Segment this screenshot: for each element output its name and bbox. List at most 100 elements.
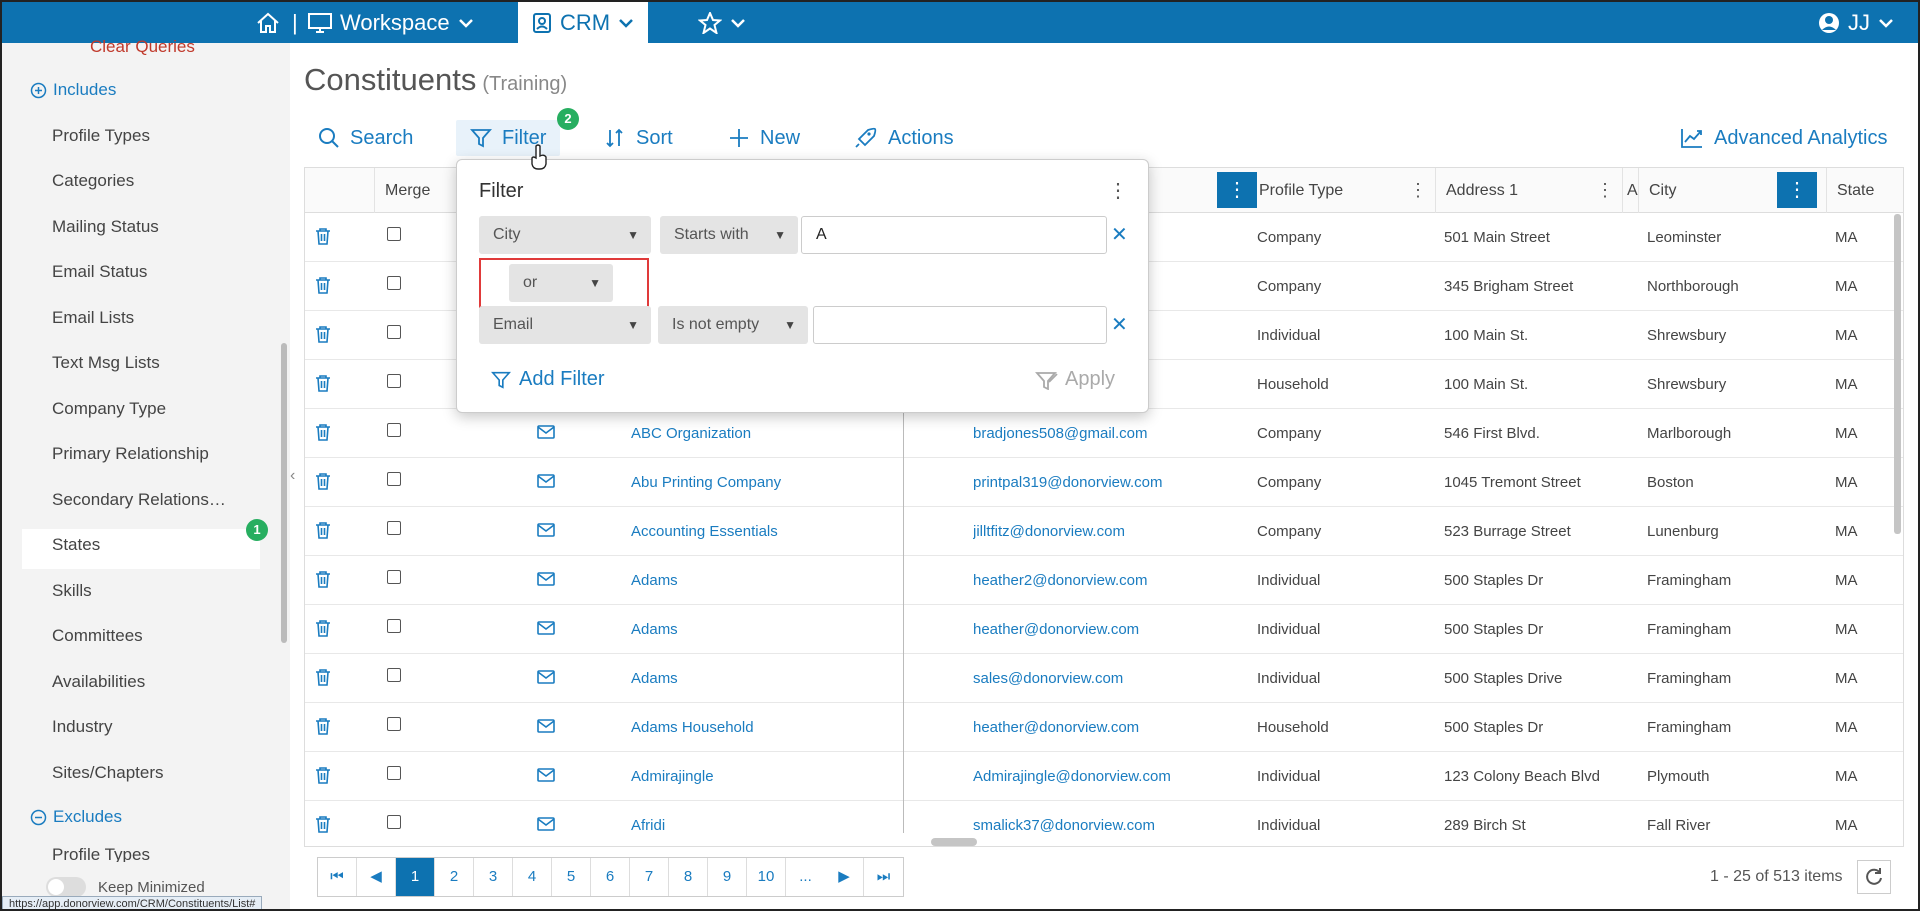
sidebar-item-skills[interactable]: Skills — [52, 577, 92, 605]
envelope-icon[interactable] — [537, 474, 555, 488]
remove-filter-icon[interactable]: ✕ — [1111, 312, 1128, 337]
trash-icon[interactable] — [315, 227, 331, 245]
favorites-menu[interactable] — [698, 2, 746, 43]
cell-name[interactable]: ABC Organization — [631, 409, 891, 458]
includes-header[interactable]: Includes — [30, 80, 116, 100]
sidebar-scrollbar[interactable] — [281, 343, 287, 643]
merge-checkbox[interactable] — [387, 570, 401, 584]
trash-icon[interactable] — [315, 521, 331, 539]
trash-icon[interactable] — [315, 570, 331, 588]
filter-field-dropdown[interactable]: Email ▼ — [479, 306, 651, 344]
column-header-partial[interactable]: A — [1623, 168, 1639, 213]
filter-operator-dropdown[interactable]: Is not empty ▼ — [658, 306, 808, 344]
merge-checkbox[interactable] — [387, 374, 401, 388]
sidebar-item-secondary-relationship[interactable]: Secondary Relations… — [52, 486, 226, 514]
excludes-header[interactable]: Excludes — [30, 807, 122, 827]
filter-value-input[interactable]: A — [801, 216, 1107, 254]
first-page-button[interactable]: ⏮ — [318, 858, 357, 896]
table-row[interactable]: Adams heather@donorview.com Individual 500 … — [305, 605, 1903, 654]
new-button[interactable]: New — [728, 120, 800, 156]
trash-icon[interactable] — [315, 276, 331, 294]
cell-email[interactable]: smalick37@donorview.com — [973, 801, 1273, 846]
page-number-button[interactable]: 4 — [513, 858, 552, 896]
envelope-icon[interactable] — [537, 572, 555, 586]
page-number-button[interactable]: 9 — [708, 858, 747, 896]
merge-checkbox[interactable] — [387, 521, 401, 535]
page-number-button[interactable]: 8 — [669, 858, 708, 896]
cell-name[interactable]: Adams Household — [631, 703, 891, 752]
user-menu[interactable]: JJ — [1818, 2, 1894, 43]
merge-checkbox[interactable] — [387, 717, 401, 731]
page-number-button[interactable]: 6 — [591, 858, 630, 896]
trash-icon[interactable] — [315, 766, 331, 784]
page-number-button[interactable]: 10 — [747, 858, 786, 896]
trash-icon[interactable] — [315, 374, 331, 392]
sidebar-item-company-type[interactable]: Company Type — [52, 395, 166, 423]
cell-name[interactable]: Admirajingle — [631, 752, 891, 801]
sidebar-item-sites-chapters[interactable]: Sites/Chapters — [52, 759, 164, 787]
trash-icon[interactable] — [315, 717, 331, 735]
home-button[interactable] — [256, 2, 280, 43]
sidebar-excludes-profile-types[interactable]: Profile Types — [52, 848, 150, 862]
column-menu-icon[interactable]: ⋮ — [1777, 172, 1817, 208]
grid-vertical-scrollbar[interactable] — [1894, 214, 1901, 534]
trash-icon[interactable] — [315, 815, 331, 833]
table-row[interactable]: Afridi smalick37@donorview.com Individual 2… — [305, 801, 1903, 846]
filter-value-input[interactable] — [813, 306, 1107, 344]
sidebar-item-text-msg-lists[interactable]: Text Msg Lists — [52, 349, 160, 377]
merge-checkbox[interactable] — [387, 815, 401, 829]
envelope-icon[interactable] — [537, 523, 555, 537]
cell-name[interactable]: Accounting Essentials — [631, 507, 891, 556]
sidebar-item-mailing-status[interactable]: Mailing Status — [52, 213, 159, 241]
trash-icon[interactable] — [315, 472, 331, 490]
page-number-button[interactable]: 3 — [474, 858, 513, 896]
merge-checkbox[interactable] — [387, 668, 401, 682]
collapse-sidebar-icon[interactable]: ‹ — [290, 467, 295, 485]
column-menu-icon[interactable]: ⋮ — [1409, 168, 1427, 213]
last-page-button[interactable]: ⏭ — [864, 858, 903, 896]
cell-name[interactable]: Adams — [631, 654, 891, 703]
page-number-button[interactable]: 1 — [396, 858, 435, 896]
table-row[interactable]: Abu Printing Company printpal319@donorvie… — [305, 458, 1903, 507]
sidebar-item-states[interactable]: States — [52, 531, 100, 559]
page-number-button[interactable]: 7 — [630, 858, 669, 896]
sidebar-item-categories[interactable]: Categories — [52, 167, 134, 195]
cell-email[interactable]: heather2@donorview.com — [973, 556, 1273, 605]
envelope-icon[interactable] — [537, 425, 555, 439]
search-button[interactable]: Search — [318, 120, 413, 156]
sidebar-item-committees[interactable]: Committees — [52, 622, 143, 650]
merge-checkbox[interactable] — [387, 227, 401, 241]
trash-icon[interactable] — [315, 423, 331, 441]
merge-checkbox[interactable] — [387, 325, 401, 339]
envelope-icon[interactable] — [537, 670, 555, 684]
filter-field-dropdown[interactable]: City ▼ — [479, 216, 651, 254]
trash-icon[interactable] — [315, 325, 331, 343]
cell-email[interactable]: heather@donorview.com — [973, 605, 1273, 654]
apply-filter-button[interactable]: Apply — [1035, 368, 1115, 391]
cell-name[interactable]: Afridi — [631, 801, 891, 846]
column-menu-icon[interactable]: ⋮ — [1596, 168, 1614, 213]
filter-connector-dropdown[interactable]: or ▼ — [509, 264, 613, 302]
add-filter-button[interactable]: Add Filter — [491, 368, 605, 391]
crm-menu[interactable]: CRM — [518, 2, 649, 43]
table-row[interactable]: Adams heather2@donorview.com Individual 500… — [305, 556, 1903, 605]
cell-name[interactable]: Adams — [631, 605, 891, 654]
envelope-icon[interactable] — [537, 768, 555, 782]
next-page-button[interactable]: ▶ — [825, 858, 864, 896]
page-number-button[interactable]: 5 — [552, 858, 591, 896]
sort-button[interactable]: Sort — [604, 120, 673, 156]
sidebar-item-email-lists[interactable]: Email Lists — [52, 304, 134, 332]
actions-button[interactable]: Actions — [854, 120, 954, 156]
envelope-icon[interactable] — [537, 621, 555, 635]
merge-checkbox[interactable] — [387, 766, 401, 780]
cell-email[interactable]: bradjones508@gmail.com — [973, 409, 1273, 458]
filter-operator-dropdown[interactable]: Starts with ▼ — [660, 216, 798, 254]
cell-name[interactable]: Adams — [631, 556, 891, 605]
cell-name[interactable]: Abu Printing Company — [631, 458, 891, 507]
cell-email[interactable]: sales@donorview.com — [973, 654, 1273, 703]
table-row[interactable]: Admirajingle Admirajingle@donorview.com In… — [305, 752, 1903, 801]
clear-queries-link[interactable]: Clear Queries — [90, 37, 195, 57]
cell-email[interactable]: Admirajingle@donorview.com — [973, 752, 1273, 801]
remove-filter-icon[interactable]: ✕ — [1111, 222, 1128, 247]
table-row[interactable]: Accounting Essentials jilltfitz@donorview… — [305, 507, 1903, 556]
